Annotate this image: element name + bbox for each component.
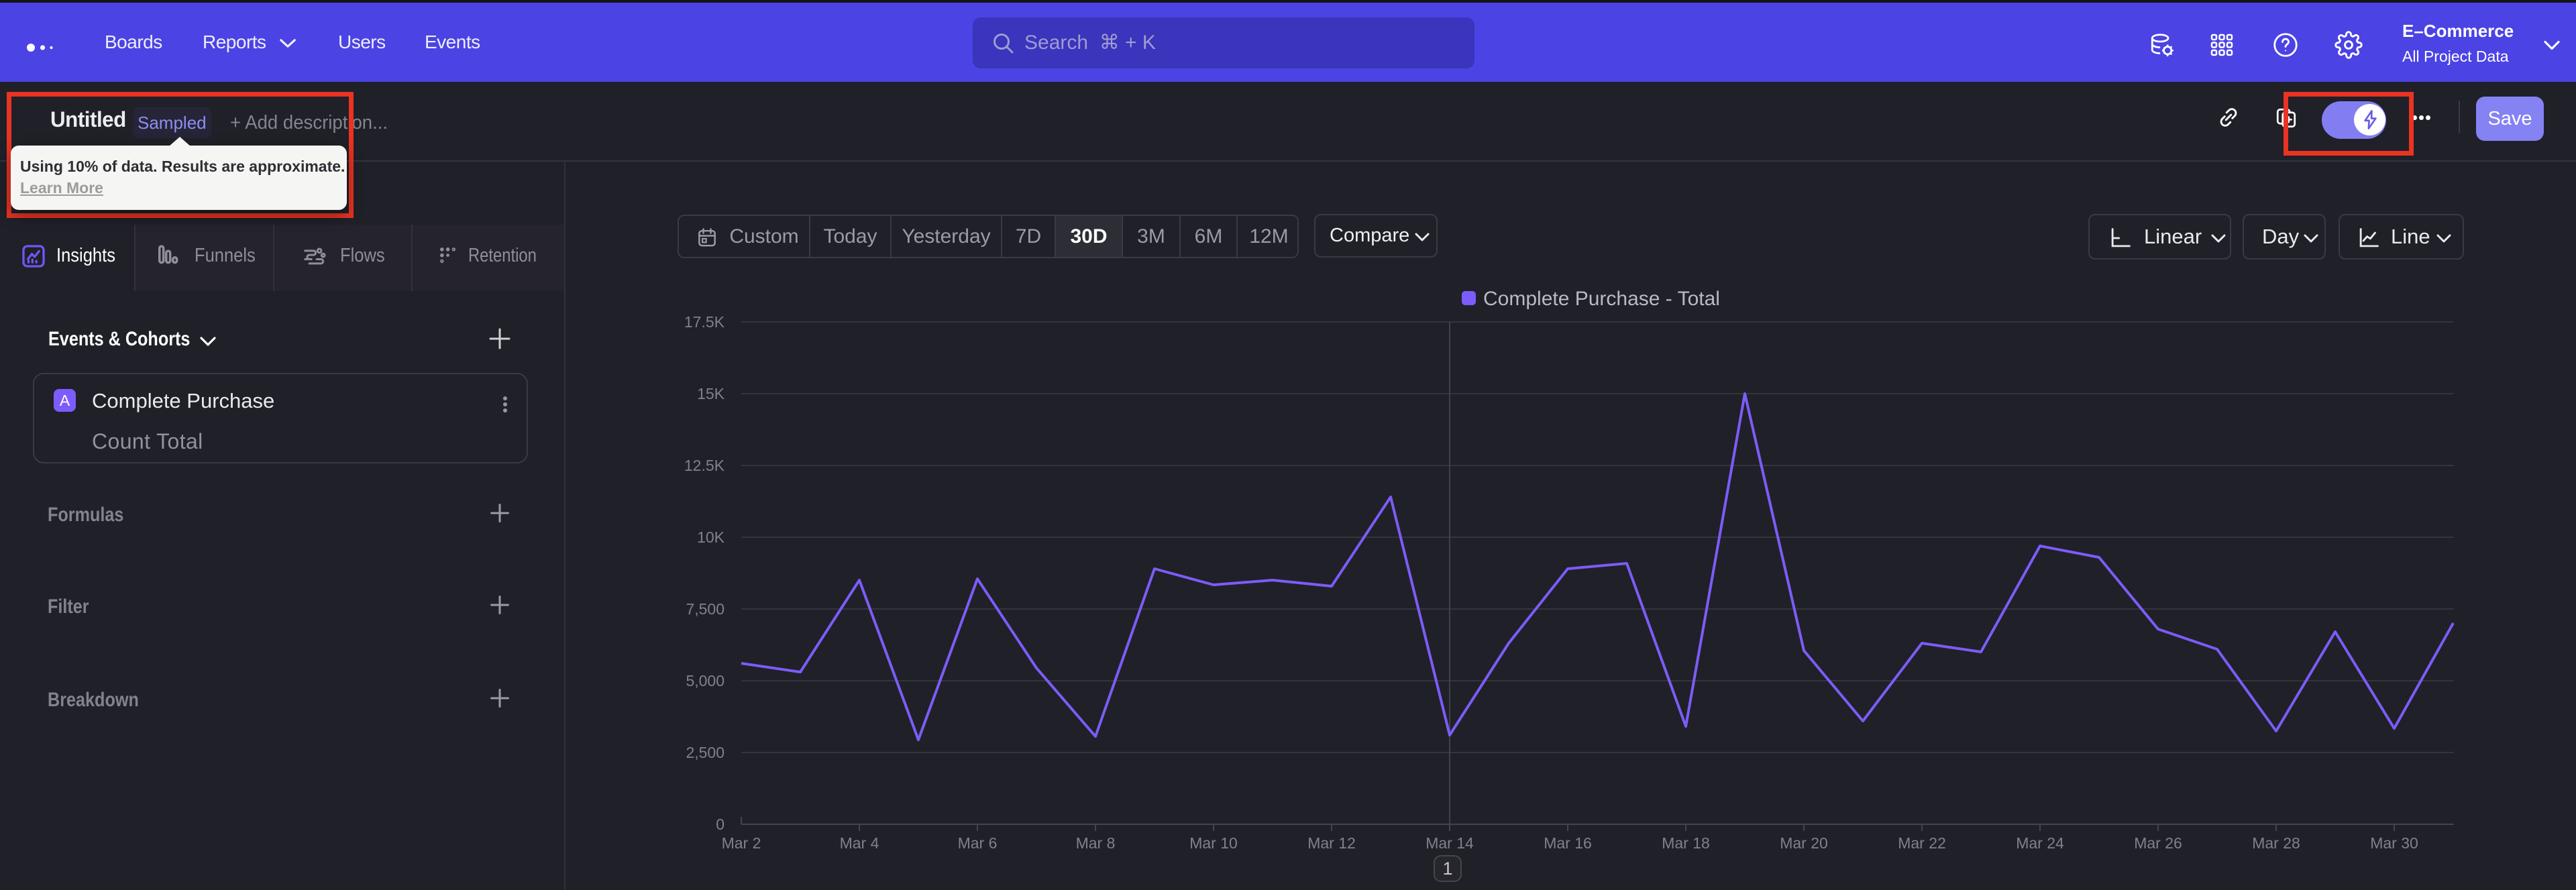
svg-text:Mar 16: Mar 16 [1544,834,1592,852]
svg-text:10K: 10K [697,529,725,546]
svg-text:15K: 15K [697,385,725,402]
svg-text:Mar 4: Mar 4 [840,834,879,852]
svg-text:7,500: 7,500 [686,600,724,618]
svg-text:17.5K: 17.5K [684,313,725,331]
svg-text:Mar 12: Mar 12 [1307,834,1356,852]
svg-text:1: 1 [1442,858,1452,879]
svg-text:Mar 18: Mar 18 [1662,834,1710,852]
svg-text:Mar 6: Mar 6 [958,834,998,852]
svg-text:Mar 22: Mar 22 [1898,834,1946,852]
svg-text:Mar 28: Mar 28 [2252,834,2300,852]
svg-text:12.5K: 12.5K [684,457,725,474]
svg-text:2,500: 2,500 [686,744,724,761]
svg-text:Mar 20: Mar 20 [1780,834,1828,852]
svg-text:Mar 30: Mar 30 [2370,834,2418,852]
svg-text:0: 0 [716,816,724,833]
svg-text:Mar 2: Mar 2 [722,834,761,852]
svg-text:Mar 8: Mar 8 [1076,834,1116,852]
svg-text:Mar 10: Mar 10 [1189,834,1238,852]
svg-text:Mar 26: Mar 26 [2134,834,2182,852]
svg-text:5,000: 5,000 [686,672,724,689]
svg-text:Mar 14: Mar 14 [1426,834,1474,852]
svg-text:Mar 24: Mar 24 [2016,834,2064,852]
